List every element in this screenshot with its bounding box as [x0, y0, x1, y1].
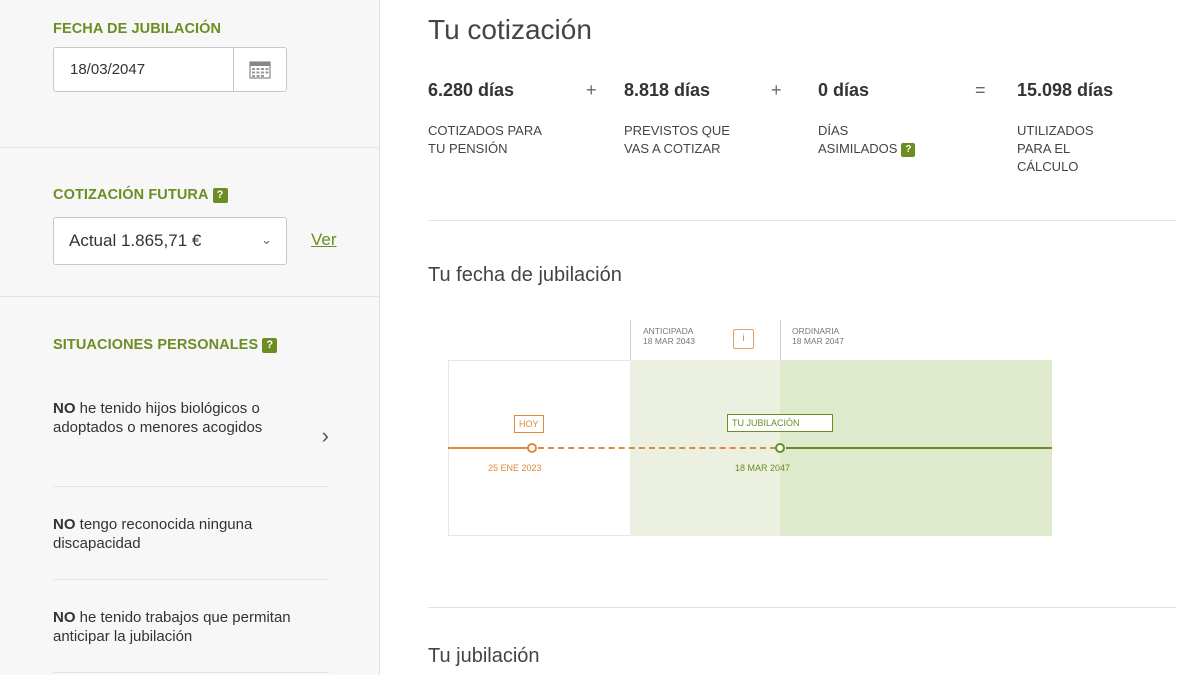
situation-hijos-negation: NO	[53, 400, 76, 417]
chevron-down-icon: ⌄	[261, 232, 272, 247]
cotizacion-futura-title: COTIZACIÓN FUTURA?	[53, 187, 228, 203]
hoy-tag: HOY	[514, 415, 544, 433]
stat-label-line: DÍAS	[818, 123, 849, 138]
anticipada-caption: ANTICIPADA 18 MAR 2043	[643, 326, 695, 346]
stat-label-line: PREVISTOS QUE	[624, 123, 730, 138]
cotizacion-futura-label: COTIZACIÓN FUTURA	[53, 187, 209, 203]
anticipada-date: 18 MAR 2043	[643, 336, 695, 346]
situation-discapacidad-text: tengo reconocida ninguna discapacidad	[53, 516, 253, 552]
help-icon[interactable]: ?	[901, 143, 916, 157]
stat-total-label: UTILIZADOS PARA EL CÁLCULO	[1017, 122, 1094, 176]
situation-trabajos-negation: NO	[53, 609, 76, 626]
retirement-marker	[775, 443, 785, 453]
stat-total-value: 15.098 días	[1017, 80, 1114, 100]
plus-operator: +	[586, 80, 597, 100]
fecha-jubilacion-heading: Tu fecha de jubilación	[428, 264, 622, 286]
future-contribution-value: Actual 1.865,71 €	[69, 231, 202, 250]
calendar-button[interactable]	[233, 48, 286, 91]
situation-divider	[53, 672, 329, 673]
section-divider	[428, 607, 1176, 608]
ordinaria-label: ORDINARIA	[792, 326, 840, 336]
stat-asimilados-label: DÍAS ASIMILADOS?	[818, 122, 916, 158]
tu-jubilacion-heading: Tu jubilación	[428, 645, 540, 667]
calendar-icon	[249, 60, 271, 79]
stat-previstos-value: 8.818 días	[624, 80, 711, 100]
ver-link[interactable]: Ver	[311, 230, 337, 250]
stat-label-line: CÁLCULO	[1017, 159, 1079, 174]
help-icon[interactable]: ?	[212, 188, 228, 203]
stat-label-line: TU PENSIÓN	[428, 141, 508, 156]
ordinaria-date: 18 MAR 2047	[792, 336, 844, 346]
sidebar-divider	[0, 296, 380, 297]
page-title: Tu cotización	[428, 14, 592, 45]
tu-jubilacion-tag: TU JUBILACIÓN	[727, 414, 833, 432]
anticipada-label: ANTICIPADA	[643, 326, 694, 336]
retirement-date: 18 MAR 2047	[735, 463, 791, 473]
stat-label-line: ASIMILADOS?	[818, 140, 916, 158]
equals-operator: =	[975, 80, 986, 100]
today-marker	[527, 443, 537, 453]
fecha-jubilacion-title: FECHA DE JUBILACIÓN	[53, 21, 222, 37]
stat-label-line: COTIZADOS PARA	[428, 123, 542, 138]
anticipada-marker-line	[630, 320, 631, 360]
section-divider	[428, 220, 1176, 221]
situation-discapacidad-negation: NO	[53, 516, 76, 533]
stat-asimilados-value: 0 días	[818, 80, 870, 100]
retirement-date-field[interactable]: 18/03/2047	[53, 47, 287, 92]
future-contribution-select[interactable]: Actual 1.865,71 € ⌄	[53, 217, 287, 265]
situation-divider	[53, 486, 329, 487]
stat-label-line: VAS A COTIZAR	[624, 141, 721, 156]
situaciones-label: SITUACIONES PERSONALES	[53, 337, 259, 353]
info-icon[interactable]: i	[733, 329, 754, 349]
ordinaria-caption: ORDINARIA 18 MAR 2047	[792, 326, 844, 346]
situation-hijos-text: he tenido hijos biológicos o adoptados o…	[53, 400, 263, 436]
past-timeline-line	[448, 447, 533, 449]
sidebar-divider	[0, 147, 380, 148]
chevron-right-icon[interactable]: ›	[322, 423, 329, 449]
situation-trabajos-text: he tenido trabajos que permitan anticipa…	[53, 609, 291, 645]
stat-previstos-label: PREVISTOS QUE VAS A COTIZAR	[624, 122, 730, 158]
retirement-timeline-line	[786, 447, 1052, 449]
ordinaria-marker-line	[780, 320, 781, 360]
stat-cotizados-label: COTIZADOS PARA TU PENSIÓN	[428, 122, 542, 158]
stat-label-text: ASIMILADOS	[818, 141, 898, 156]
projected-timeline-line	[538, 447, 776, 449]
stat-label-line: PARA EL	[1017, 141, 1071, 156]
situaciones-title: SITUACIONES PERSONALES?	[53, 337, 278, 353]
help-icon[interactable]: ?	[262, 338, 278, 353]
situation-discapacidad[interactable]: NO tengo reconocida ninguna discapacidad	[53, 515, 329, 553]
situation-hijos[interactable]: NO he tenido hijos biológicos o adoptado…	[53, 399, 293, 437]
situation-divider	[53, 579, 329, 580]
situation-trabajos[interactable]: NO he tenido trabajos que permitan antic…	[53, 608, 329, 646]
plus-operator: +	[771, 80, 782, 100]
today-date: 25 ENE 2023	[488, 463, 542, 473]
retirement-date-value[interactable]: 18/03/2047	[70, 61, 145, 78]
stat-cotizados-value: 6.280 días	[428, 80, 515, 100]
stat-label-line: UTILIZADOS	[1017, 123, 1094, 138]
settings-sidebar: FECHA DE JUBILACIÓN 18/03/2047 COTIZACIÓ…	[0, 0, 380, 675]
